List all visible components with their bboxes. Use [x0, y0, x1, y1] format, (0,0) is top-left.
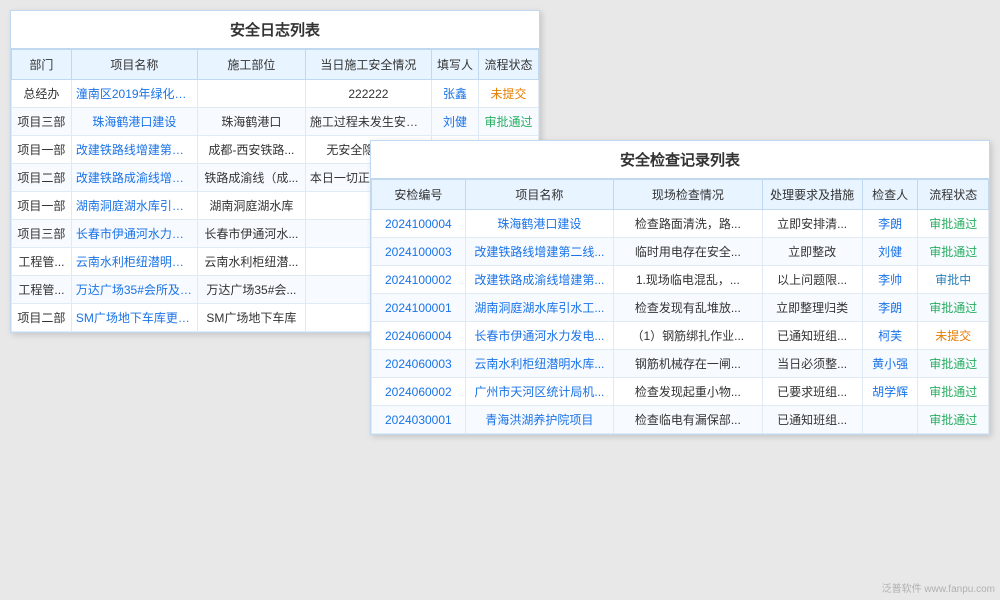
col-location: 施工部位: [197, 50, 305, 80]
right-table-header-row: 安检编号 项目名称 现场检查情况 处理要求及措施 检查人 流程状态: [372, 180, 989, 210]
table-row: 2024100003改建铁路线增建第二线...临时用电存在安全...立即整改刘健…: [372, 238, 989, 266]
table-row: 2024100001湖南洞庭湖水库引水工...检查发现有乱堆放...立即整理归类…: [372, 294, 989, 322]
col-situation: 当日施工安全情况: [305, 50, 431, 80]
table-row: 2024060004长春市伊通河水力发电...（1）钢筋绑扎作业...已通知班组…: [372, 322, 989, 350]
col-dept: 部门: [12, 50, 72, 80]
table-row: 2024100004珠海鹤港口建设检查路面清洗，路...立即安排清...李朗审批…: [372, 210, 989, 238]
col-project: 项目名称: [71, 50, 197, 80]
col-id: 安检编号: [372, 180, 466, 210]
left-panel-title: 安全日志列表: [11, 11, 539, 49]
table-row: 2024100002改建铁路成渝线增建第...1.现场临电混乱，...以上问题限…: [372, 266, 989, 294]
safety-inspection-table: 安检编号 项目名称 现场检查情况 处理要求及措施 检查人 流程状态 202410…: [371, 179, 989, 434]
table-row: 项目三部珠海鹤港口建设珠海鹤港口施工过程未发生安全事故...刘健审批通过: [12, 108, 539, 136]
col-check-situation: 现场检查情况: [614, 180, 762, 210]
col-action: 处理要求及措施: [762, 180, 862, 210]
main-container: 安全日志列表 部门 项目名称 施工部位 当日施工安全情况 填写人 流程状态 总经…: [0, 0, 1000, 600]
watermark: 泛普软件 www.fanpu.com: [882, 580, 995, 595]
right-panel: 安全检查记录列表 安检编号 项目名称 现场检查情况 处理要求及措施 检查人 流程…: [370, 140, 990, 435]
col-project-name: 项目名称: [465, 180, 613, 210]
col-author: 填写人: [431, 50, 478, 80]
table-row: 总经办潼南区2019年绿化补贴项...222222张鑫未提交: [12, 80, 539, 108]
table-row: 2024060002广州市天河区统计局机...检查发现起重小物...已要求班组.…: [372, 378, 989, 406]
col-flow-status: 流程状态: [918, 180, 989, 210]
col-inspector: 检查人: [862, 180, 918, 210]
left-table-header-row: 部门 项目名称 施工部位 当日施工安全情况 填写人 流程状态: [12, 50, 539, 80]
right-panel-title: 安全检查记录列表: [371, 141, 989, 179]
table-row: 2024030001青海洪湖养护院项目检查临电有漏保部...已通知班组...审批…: [372, 406, 989, 434]
table-row: 2024060003云南水利柜纽潜明水库...钢筋机械存在一闸...当日必须整.…: [372, 350, 989, 378]
col-status: 流程状态: [479, 50, 539, 80]
